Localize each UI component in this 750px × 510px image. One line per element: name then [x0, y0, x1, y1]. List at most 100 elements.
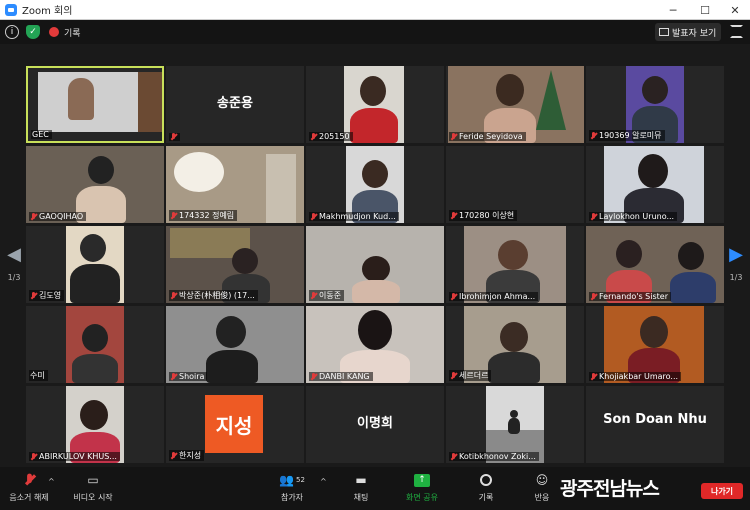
- participant-tile[interactable]: 190369 알로미뮤: [586, 66, 724, 143]
- participant-tile[interactable]: Shoira: [166, 306, 304, 383]
- mic-muted-icon: [26, 471, 33, 489]
- participant-tile[interactable]: 송준용: [166, 66, 304, 143]
- participant-tile[interactable]: Khojiakbar Umaro...: [586, 306, 724, 383]
- participant-name-display: Son Doan Nhu: [603, 412, 707, 427]
- chat-label: 채팅: [353, 493, 369, 502]
- participant-tile[interactable]: 김도영: [26, 226, 164, 303]
- participant-name-label: 170280 이상현: [449, 210, 518, 221]
- participant-tile[interactable]: 170280 이상현: [446, 146, 584, 223]
- record-label: 기록: [478, 493, 494, 502]
- mic-muted-icon: [30, 212, 37, 221]
- mic-muted-icon: [170, 372, 177, 381]
- share-screen-label: 화면 공유: [406, 493, 438, 502]
- participant-video: [66, 306, 124, 383]
- mic-muted-icon: [590, 372, 597, 381]
- maximize-button[interactable]: ☐: [688, 0, 722, 20]
- participant-name-label: 세르더르: [449, 370, 492, 381]
- mic-muted-icon: [170, 451, 177, 460]
- podium-image: [138, 72, 162, 132]
- participant-tile[interactable]: 이동준: [306, 226, 444, 303]
- participant-name-label: Feride Seyidova: [449, 132, 526, 141]
- participant-tile[interactable]: 세르더르: [446, 306, 584, 383]
- reactions-button[interactable]: ☺ 반응: [526, 471, 558, 507]
- grid-icon: [659, 28, 669, 36]
- share-screen-icon: ↑: [414, 471, 430, 489]
- participant-tile[interactable]: GAOQIHAO: [26, 146, 164, 223]
- start-video-button[interactable]: ▭ 비디오 시작: [66, 471, 120, 507]
- participant-tile[interactable]: 지성 한지성: [166, 386, 304, 463]
- mic-muted-icon: [590, 131, 597, 140]
- window-titlebar: Zoom 회의 ─ ☐ ✕: [0, 0, 750, 20]
- mic-muted-icon: [450, 292, 457, 301]
- participant-tile[interactable]: Fernando's Sister: [586, 226, 724, 303]
- record-button[interactable]: 기록: [470, 471, 502, 507]
- mic-muted-icon: [310, 291, 317, 300]
- participant-video: [344, 66, 404, 143]
- minimize-button[interactable]: ─: [656, 0, 690, 20]
- chat-button[interactable]: ▬ 채팅: [344, 471, 378, 507]
- participant-name-label: DANBI KANG: [309, 372, 373, 381]
- meeting-topbar: i ✓ 기록 발표자 보기: [0, 20, 750, 44]
- zoom-logo-icon: [5, 3, 17, 16]
- participant-name-display: 이명희: [357, 416, 393, 431]
- chevron-up-icon[interactable]: ^: [48, 477, 55, 486]
- participant-tile[interactable]: ABIRKULOV KHUS...: [26, 386, 164, 463]
- mic-muted-icon: [450, 371, 457, 380]
- participant-name-display: 송준용: [217, 96, 253, 111]
- participant-tile[interactable]: 205150: [306, 66, 444, 143]
- participant-tile[interactable]: 수미: [26, 306, 164, 383]
- participant-tile[interactable]: Son Doan Nhu: [586, 386, 724, 463]
- participant-tile[interactable]: GEC: [26, 66, 164, 143]
- mic-muted-icon: [310, 372, 317, 381]
- prev-page-button[interactable]: ◀ 1/3: [4, 244, 24, 304]
- next-page-button[interactable]: ▶ 1/3: [726, 244, 746, 304]
- fullscreen-icon[interactable]: [730, 25, 743, 38]
- reactions-label: 반응: [534, 493, 550, 502]
- mic-muted-icon: [450, 452, 457, 461]
- chevron-up-icon[interactable]: ^: [320, 477, 327, 486]
- participant-video: [66, 226, 124, 303]
- window-title: Zoom 회의: [22, 6, 73, 17]
- participant-tile[interactable]: Kotibkhonov Zoki...: [446, 386, 584, 463]
- mic-muted-icon: [310, 132, 317, 141]
- unmute-button[interactable]: 음소거 해제: [6, 471, 52, 507]
- participant-name-label: ABIRKULOV KHUS...: [29, 452, 120, 461]
- news-watermark: 광주전남뉴스: [560, 478, 660, 500]
- participant-name-label: Shoira: [169, 372, 208, 381]
- participant-name-label: 김도영: [29, 290, 65, 301]
- participant-tile[interactable]: Laylokhon Uruno...: [586, 146, 724, 223]
- participant-name-label: 한지성: [169, 450, 205, 461]
- close-button[interactable]: ✕: [718, 0, 750, 20]
- mic-muted-icon: [30, 452, 37, 461]
- participant-name-label: 수미: [29, 370, 48, 381]
- participant-name-label: GEC: [31, 130, 52, 139]
- video-off-icon: ▭: [87, 473, 99, 487]
- participant-tile[interactable]: Ibrohimjon Ahma...: [446, 226, 584, 303]
- mic-muted-icon: [170, 291, 177, 300]
- mic-muted-icon: [170, 211, 177, 220]
- shield-icon[interactable]: ✓: [26, 25, 40, 39]
- recording-label: 기록: [64, 29, 81, 39]
- mic-muted-icon: [310, 212, 317, 221]
- participant-tile[interactable]: Feride Seyidova: [446, 66, 584, 143]
- participants-icon: 👥 52: [279, 473, 305, 487]
- mic-muted-icon: [590, 212, 597, 221]
- page-indicator-left: 1/3: [7, 273, 21, 282]
- speaker-view-button[interactable]: 발표자 보기: [655, 23, 721, 41]
- participant-name-label: GAOQIHAO: [29, 212, 87, 221]
- participant-tile[interactable]: 이명희: [306, 386, 444, 463]
- participant-tile[interactable]: 174332 정예림: [166, 146, 304, 223]
- shared-projector-image: [38, 72, 138, 132]
- info-icon[interactable]: i: [5, 25, 19, 39]
- participant-name-label: 174332 정예림: [169, 210, 238, 221]
- participants-button[interactable]: 👥 52 참가자: [272, 471, 312, 507]
- mic-muted-icon: [170, 133, 177, 141]
- participant-tile[interactable]: DANBI KANG: [306, 306, 444, 383]
- participant-name-label: 박상준(朴相俊) (17...: [169, 290, 258, 301]
- participant-name-label: Khojiakbar Umaro...: [589, 372, 682, 381]
- participant-tile[interactable]: Makhmudjon Kud...: [306, 146, 444, 223]
- share-screen-button[interactable]: ↑ 화면 공유: [402, 471, 442, 507]
- leave-button[interactable]: 나가기: [701, 483, 743, 499]
- participant-initials-avatar: 지성: [205, 395, 263, 453]
- participant-tile[interactable]: 박상준(朴相俊) (17...: [166, 226, 304, 303]
